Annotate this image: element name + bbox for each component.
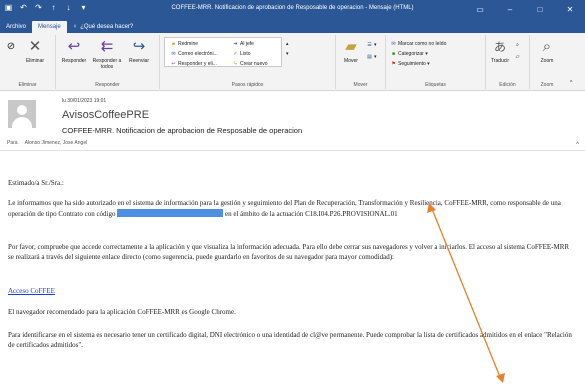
find-button[interactable]: ⌕ bbox=[514, 41, 522, 49]
followup-button[interactable]: ⚑ Seguimiento ▾ bbox=[390, 60, 429, 68]
arrow-head-bottom bbox=[496, 373, 505, 383]
quickstep-done[interactable]: ✓ Listo bbox=[232, 50, 250, 58]
check-icon: ✓ bbox=[233, 51, 238, 57]
group-quick-steps: ▰ Redmine ✉ Correo electróni... ↩ Responder… bbox=[160, 35, 336, 89]
reply-delete-icon: ↩ bbox=[171, 61, 176, 67]
tell-me-box[interactable]: ♀ ¿Qué desea hacer? bbox=[67, 21, 140, 33]
quickstep-email[interactable]: ✉ Correo electróni... bbox=[170, 50, 217, 58]
ignore-button[interactable]: ⊘ bbox=[2, 38, 16, 58]
forward-mail-icon: ➜ bbox=[233, 41, 238, 47]
reply-all-button[interactable]: ⇇ Responder a todos bbox=[90, 38, 124, 70]
sender-name[interactable]: AvisosCoffeePRE bbox=[62, 109, 149, 121]
ribbon-tabs: Archivo Mensaje ♀ ¿Qué desea hacer? bbox=[0, 19, 585, 33]
quickstep-new[interactable]: ϟ Crear nuevo bbox=[232, 60, 267, 68]
recipients-row: Para Alonso Jimenez, Jose Angel bbox=[7, 140, 87, 146]
ribbon: ⊘ ✕ Eliminar Eliminar ↩ Responder ⇇ Resp… bbox=[0, 33, 585, 91]
message-date: lu 30/01/2023 19:01 bbox=[62, 98, 107, 104]
quickstep-reply-delete[interactable]: ↩ Responder y eli... bbox=[170, 60, 217, 68]
maximize-button[interactable]: □ bbox=[525, 0, 555, 19]
flag-icon: ⚑ bbox=[391, 61, 396, 67]
zoom-button[interactable]: ⌕ Zoom bbox=[534, 38, 560, 64]
quickstep-boss[interactable]: ➜ Al jefe bbox=[232, 40, 254, 48]
quick-steps-scroll-down[interactable]: ▾ bbox=[286, 50, 289, 58]
title-bar: ▣ ↶ ↷ ↑ ↓ ▾ COFFEE-MRR. Notificacion de … bbox=[0, 0, 585, 19]
message-header: lu 30/01/2023 19:01 AvisosCoffeePRE COFF… bbox=[0, 92, 585, 150]
reply-button[interactable]: ↩ Responder bbox=[58, 38, 90, 64]
forward-button[interactable]: ↪ Reenviar bbox=[124, 38, 154, 64]
message-body: Estimado/a Sr./Sra.: Le informamos que h… bbox=[0, 151, 585, 390]
tab-archivo[interactable]: Archivo bbox=[0, 21, 32, 33]
group-edit: あ Traducir ⌕ ▱ Edición bbox=[486, 35, 530, 89]
sender-avatar bbox=[8, 100, 36, 128]
close-button[interactable]: ✕ bbox=[555, 0, 585, 19]
rules-icon: ☰ bbox=[367, 42, 372, 48]
ribbon-display-icon[interactable]: ▭ bbox=[465, 0, 495, 19]
actions-icon: ▤ bbox=[367, 54, 372, 60]
arrow-head-top bbox=[427, 203, 436, 213]
to-label: Para bbox=[7, 140, 18, 146]
folder-icon: ▰ bbox=[171, 41, 176, 47]
delete-x-icon: ✕ bbox=[28, 38, 42, 55]
avatar-head-shape bbox=[17, 105, 27, 115]
minimize-button[interactable]: – bbox=[495, 0, 525, 19]
select-button[interactable]: ▱ bbox=[514, 53, 522, 61]
group-tags: ✉ Marcar como no leído ■ Categorizar ▾ ⚑ Se… bbox=[386, 35, 486, 89]
categorize-button[interactable]: ■ Categorizar ▾ bbox=[390, 50, 428, 58]
collapse-ribbon-icon[interactable]: ^ bbox=[570, 79, 572, 87]
message-subject: COFFEE-MRR. Notificacion de aprobacion d… bbox=[62, 126, 303, 135]
actions-button[interactable]: ▤ ▾ bbox=[366, 53, 376, 61]
arrow-shaft bbox=[431, 208, 501, 378]
move-folder-icon: ▰ bbox=[345, 38, 357, 55]
quick-steps-scroll-up[interactable]: ▴ bbox=[286, 40, 289, 48]
reply-icon: ↩ bbox=[67, 38, 81, 55]
select-icon: ▱ bbox=[515, 54, 520, 60]
collapse-header-icon[interactable]: ^ bbox=[576, 142, 579, 148]
lightning-icon: ϟ bbox=[234, 61, 237, 67]
avatar-body-shape bbox=[12, 117, 32, 128]
annotation-arrow bbox=[427, 203, 505, 383]
move-button[interactable]: ▰ Mover bbox=[339, 38, 363, 64]
category-icon: ■ bbox=[391, 51, 396, 57]
to-recipient[interactable]: Alonso Jimenez, Jose Angel bbox=[25, 140, 88, 146]
lightbulb-icon: ♀ bbox=[72, 24, 78, 30]
group-move: ▰ Mover ☰ ▾ ▤ ▾ Mover bbox=[336, 35, 386, 89]
envelope-icon: ✉ bbox=[391, 41, 396, 47]
window-controls: ▭ – □ ✕ bbox=[465, 0, 585, 19]
forward-icon: ↪ bbox=[132, 38, 146, 55]
quickstep-redmine[interactable]: ▰ Redmine bbox=[170, 40, 198, 48]
group-zoom: ⌕ Zoom Zoom bbox=[530, 35, 564, 89]
group-respond: ↩ Responder ⇇ Responder a todos ↪ Reenvi… bbox=[56, 35, 160, 89]
reply-all-icon: ⇇ bbox=[100, 38, 114, 55]
translate-button[interactable]: あ Traducir bbox=[488, 38, 512, 64]
delete-button[interactable]: ✕ Eliminar bbox=[16, 38, 54, 64]
group-delete: ⊘ ✕ Eliminar Eliminar bbox=[0, 35, 56, 89]
translate-icon: あ bbox=[493, 40, 506, 54]
mail-icon: ✉ bbox=[171, 51, 176, 57]
rules-button[interactable]: ☰ ▾ bbox=[366, 41, 376, 49]
search-icon: ⌕ bbox=[516, 42, 519, 48]
tell-me-label: ¿Qué desea hacer? bbox=[80, 24, 134, 30]
magnifier-icon: ⌕ bbox=[542, 38, 552, 55]
tab-mensaje[interactable]: Mensaje bbox=[32, 21, 67, 33]
mark-unread-button[interactable]: ✉ Marcar como no leído bbox=[390, 40, 446, 48]
